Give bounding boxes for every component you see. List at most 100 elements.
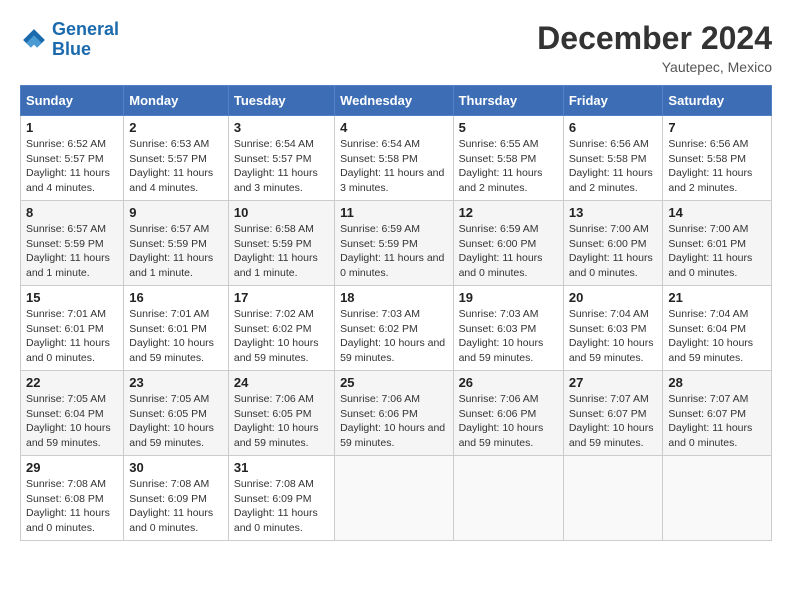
day-number: 18 <box>340 290 447 305</box>
day-number: 27 <box>569 375 658 390</box>
table-row: 13Sunrise: 7:00 AMSunset: 6:00 PMDayligh… <box>563 201 663 286</box>
location: Yautepec, Mexico <box>537 59 772 75</box>
day-number: 20 <box>569 290 658 305</box>
day-number: 5 <box>459 120 558 135</box>
calendar-week-row: 15 Sunrise: 7:01 AMSunset: 6:01 PMDayligh… <box>21 286 772 371</box>
header-saturday: Saturday <box>663 86 772 116</box>
table-row: 5Sunrise: 6:55 AMSunset: 5:58 PMDaylight… <box>453 116 563 201</box>
logo: General Blue <box>20 20 119 60</box>
table-row: 15 Sunrise: 7:01 AMSunset: 6:01 PMDayligh… <box>21 286 124 371</box>
table-row: 29Sunrise: 7:08 AMSunset: 6:08 PMDayligh… <box>21 456 124 541</box>
table-row: 2 Sunrise: 6:53 AMSunset: 5:57 PMDaylight… <box>124 116 229 201</box>
day-info: Sunrise: 6:56 AMSunset: 5:58 PMDaylight:… <box>668 137 766 196</box>
day-info: Sunrise: 7:06 AMSunset: 6:06 PMDaylight:… <box>340 392 447 451</box>
table-row: 20 Sunrise: 7:04 AMSunset: 6:03 PMDayligh… <box>563 286 663 371</box>
header-tuesday: Tuesday <box>228 86 334 116</box>
day-number: 23 <box>129 375 223 390</box>
day-info: Sunrise: 6:56 AMSunset: 5:58 PMDaylight:… <box>569 137 658 196</box>
day-info: Sunrise: 6:54 AMSunset: 5:57 PMDaylight:… <box>234 137 329 196</box>
table-row: 10 Sunrise: 6:58 AMSunset: 5:59 PMDayligh… <box>228 201 334 286</box>
table-row: 24 Sunrise: 7:06 AMSunset: 6:05 PMDayligh… <box>228 371 334 456</box>
table-row: 6 Sunrise: 6:56 AMSunset: 5:58 PMDaylight… <box>563 116 663 201</box>
day-number: 28 <box>668 375 766 390</box>
day-info: Sunrise: 6:52 AMSunset: 5:57 PMDaylight:… <box>26 137 118 196</box>
header-thursday: Thursday <box>453 86 563 116</box>
day-info: Sunrise: 7:04 AMSunset: 6:03 PMDaylight:… <box>569 307 658 366</box>
day-number: 3 <box>234 120 329 135</box>
logo-text: General Blue <box>52 20 119 60</box>
day-info: Sunrise: 6:58 AMSunset: 5:59 PMDaylight:… <box>234 222 329 281</box>
calendar-week-row: 8Sunrise: 6:57 AMSunset: 5:59 PMDaylight… <box>21 201 772 286</box>
table-row <box>453 456 563 541</box>
day-number: 15 <box>26 290 118 305</box>
table-row: 26 Sunrise: 7:06 AMSunset: 6:06 PMDayligh… <box>453 371 563 456</box>
day-info: Sunrise: 6:59 AMSunset: 5:59 PMDaylight:… <box>340 222 447 281</box>
table-row <box>663 456 772 541</box>
day-info: Sunrise: 6:57 AMSunset: 5:59 PMDaylight:… <box>26 222 118 281</box>
table-row: 4Sunrise: 6:54 AMSunset: 5:58 PMDaylight… <box>335 116 453 201</box>
day-info: Sunrise: 6:59 AMSunset: 6:00 PMDaylight:… <box>459 222 558 281</box>
calendar-week-row: 29Sunrise: 7:08 AMSunset: 6:08 PMDayligh… <box>21 456 772 541</box>
day-info: Sunrise: 7:08 AMSunset: 6:09 PMDaylight:… <box>129 477 223 536</box>
day-info: Sunrise: 7:05 AMSunset: 6:04 PMDaylight:… <box>26 392 118 451</box>
day-number: 2 <box>129 120 223 135</box>
day-number: 25 <box>340 375 447 390</box>
day-info: Sunrise: 7:04 AMSunset: 6:04 PMDaylight:… <box>668 307 766 366</box>
header-monday: Monday <box>124 86 229 116</box>
day-number: 19 <box>459 290 558 305</box>
header-wednesday: Wednesday <box>335 86 453 116</box>
day-number: 4 <box>340 120 447 135</box>
table-row: 11 Sunrise: 6:59 AMSunset: 5:59 PMDayligh… <box>335 201 453 286</box>
day-info: Sunrise: 6:57 AMSunset: 5:59 PMDaylight:… <box>129 222 223 281</box>
table-row: 1 Sunrise: 6:52 AMSunset: 5:57 PMDaylight… <box>21 116 124 201</box>
day-info: Sunrise: 7:05 AMSunset: 6:05 PMDaylight:… <box>129 392 223 451</box>
table-row: 21 Sunrise: 7:04 AMSunset: 6:04 PMDayligh… <box>663 286 772 371</box>
table-row: 23 Sunrise: 7:05 AMSunset: 6:05 PMDayligh… <box>124 371 229 456</box>
day-number: 26 <box>459 375 558 390</box>
calendar-week-row: 1 Sunrise: 6:52 AMSunset: 5:57 PMDaylight… <box>21 116 772 201</box>
day-info: Sunrise: 7:06 AMSunset: 6:05 PMDaylight:… <box>234 392 329 451</box>
day-info: Sunrise: 6:53 AMSunset: 5:57 PMDaylight:… <box>129 137 223 196</box>
logo-line1: General <box>52 19 119 39</box>
table-row: 30 Sunrise: 7:08 AMSunset: 6:09 PMDayligh… <box>124 456 229 541</box>
day-info: Sunrise: 7:06 AMSunset: 6:06 PMDaylight:… <box>459 392 558 451</box>
calendar-week-row: 22 Sunrise: 7:05 AMSunset: 6:04 PMDayligh… <box>21 371 772 456</box>
table-row: 27Sunrise: 7:07 AMSunset: 6:07 PMDayligh… <box>563 371 663 456</box>
day-info: Sunrise: 7:00 AMSunset: 6:00 PMDaylight:… <box>569 222 658 281</box>
table-row: 3 Sunrise: 6:54 AMSunset: 5:57 PMDaylight… <box>228 116 334 201</box>
table-row: 18 Sunrise: 7:03 AMSunset: 6:02 PMDayligh… <box>335 286 453 371</box>
day-info: Sunrise: 7:07 AMSunset: 6:07 PMDaylight:… <box>668 392 766 451</box>
table-row: 31Sunrise: 7:08 AMSunset: 6:09 PMDayligh… <box>228 456 334 541</box>
day-number: 6 <box>569 120 658 135</box>
table-row: 16Sunrise: 7:01 AMSunset: 6:01 PMDayligh… <box>124 286 229 371</box>
day-info: Sunrise: 7:08 AMSunset: 6:09 PMDaylight:… <box>234 477 329 536</box>
day-info: Sunrise: 7:01 AMSunset: 6:01 PMDaylight:… <box>26 307 118 366</box>
day-number: 11 <box>340 205 447 220</box>
page-header: General Blue December 2024 Yautepec, Mex… <box>20 20 772 75</box>
header-sunday: Sunday <box>21 86 124 116</box>
table-row: 19Sunrise: 7:03 AMSunset: 6:03 PMDayligh… <box>453 286 563 371</box>
day-info: Sunrise: 7:02 AMSunset: 6:02 PMDaylight:… <box>234 307 329 366</box>
table-row: 14Sunrise: 7:00 AMSunset: 6:01 PMDayligh… <box>663 201 772 286</box>
table-row <box>335 456 453 541</box>
day-info: Sunrise: 7:03 AMSunset: 6:02 PMDaylight:… <box>340 307 447 366</box>
day-number: 1 <box>26 120 118 135</box>
table-row: 8Sunrise: 6:57 AMSunset: 5:59 PMDaylight… <box>21 201 124 286</box>
day-number: 24 <box>234 375 329 390</box>
table-row: 7Sunrise: 6:56 AMSunset: 5:58 PMDaylight… <box>663 116 772 201</box>
logo-icon <box>20 26 48 54</box>
day-number: 29 <box>26 460 118 475</box>
day-number: 14 <box>668 205 766 220</box>
day-number: 30 <box>129 460 223 475</box>
day-number: 10 <box>234 205 329 220</box>
table-row: 17 Sunrise: 7:02 AMSunset: 6:02 PMDayligh… <box>228 286 334 371</box>
title-section: December 2024 Yautepec, Mexico <box>537 20 772 75</box>
table-row <box>563 456 663 541</box>
day-number: 17 <box>234 290 329 305</box>
day-number: 21 <box>668 290 766 305</box>
day-number: 22 <box>26 375 118 390</box>
weekday-header-row: Sunday Monday Tuesday Wednesday Thursday… <box>21 86 772 116</box>
day-info: Sunrise: 7:01 AMSunset: 6:01 PMDaylight:… <box>129 307 223 366</box>
header-friday: Friday <box>563 86 663 116</box>
table-row: 28 Sunrise: 7:07 AMSunset: 6:07 PMDayligh… <box>663 371 772 456</box>
